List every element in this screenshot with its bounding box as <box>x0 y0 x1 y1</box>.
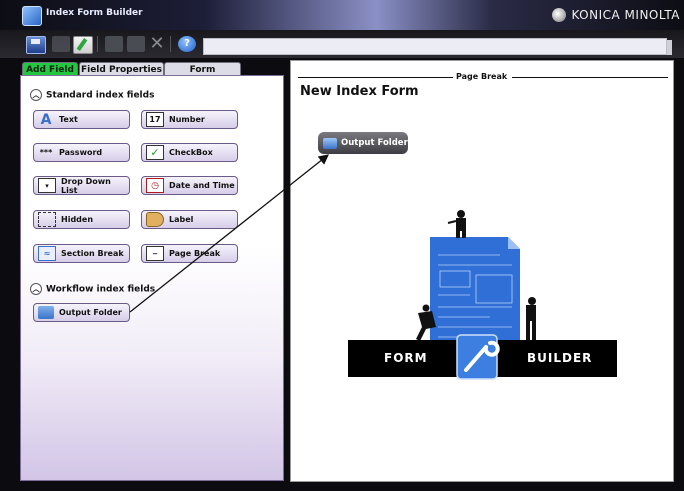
logo-word-form: FORM <box>384 351 428 365</box>
logo-word-builder: BUILDER <box>527 351 593 365</box>
